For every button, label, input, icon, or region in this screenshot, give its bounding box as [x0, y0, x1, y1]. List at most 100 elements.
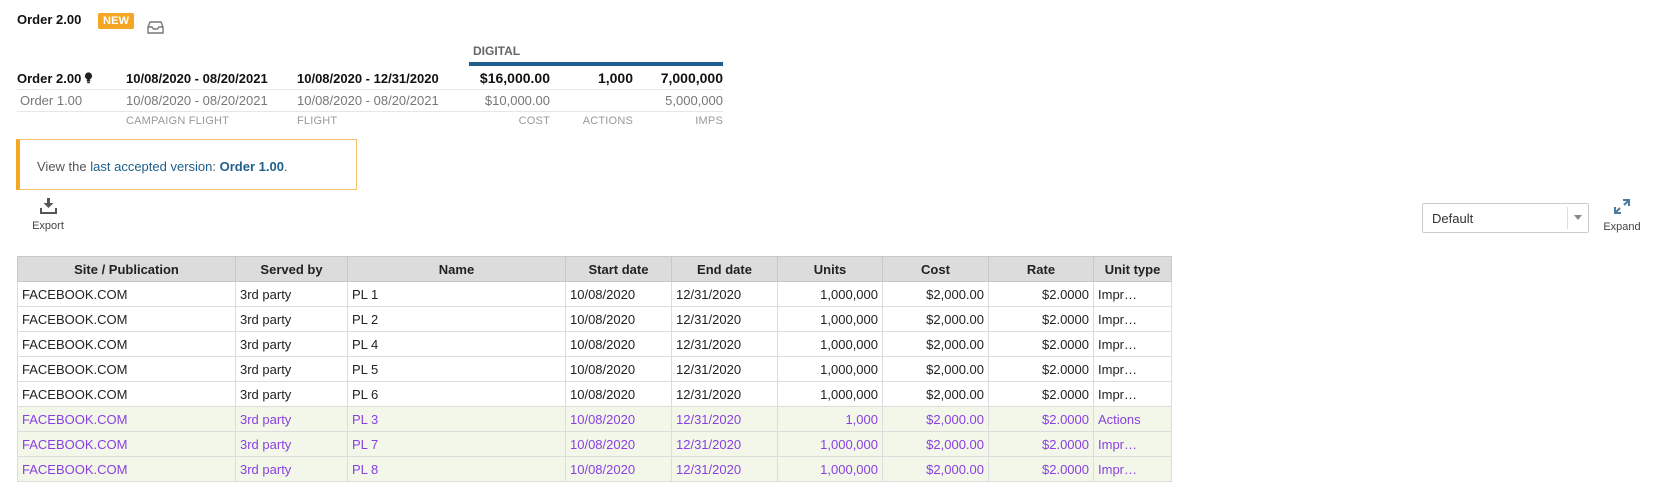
- cell-units: 1,000,000: [777, 306, 883, 332]
- order-title: Order 2.00: [17, 12, 82, 27]
- table-row[interactable]: FACEBOOK.COM 3rd party PL 2 10/08/2020 1…: [17, 306, 1172, 332]
- cell-unit-type: Impr…: [1093, 306, 1172, 332]
- previous-order-name: Order 1.00: [20, 93, 83, 108]
- view-select-value: Default: [1432, 211, 1474, 226]
- expand-label: Expand: [1603, 221, 1641, 233]
- cell-cost: $2,000.00: [882, 306, 989, 332]
- cell-site: FACEBOOK.COM: [17, 431, 236, 457]
- table-row-changed[interactable]: FACEBOOK.COM 3rd party PL 3 10/08/2020 1…: [17, 406, 1172, 432]
- cell-rate: $2.0000: [988, 381, 1094, 407]
- table-row[interactable]: FACEBOOK.COM 3rd party PL 1 10/08/2020 1…: [17, 281, 1172, 307]
- cell-unit-type: Impr…: [1093, 431, 1172, 457]
- cell-rate: $2.0000: [988, 356, 1094, 382]
- column-header-name[interactable]: Name: [347, 256, 566, 282]
- cell-end-date: 12/31/2020: [671, 431, 778, 457]
- cell-site: FACEBOOK.COM: [17, 406, 236, 432]
- column-header-end-date[interactable]: End date: [671, 256, 778, 282]
- cell-cost: $2,000.00: [882, 456, 989, 482]
- table-row[interactable]: FACEBOOK.COM 3rd party PL 5 10/08/2020 1…: [17, 356, 1172, 382]
- previous-campaign-flight: 10/08/2020 - 08/20/2021: [126, 93, 268, 108]
- inbox-icon[interactable]: [147, 21, 164, 39]
- column-header-served-by[interactable]: Served by: [235, 256, 348, 282]
- placements-table: Site / Publication Served by Name Start …: [17, 256, 1172, 482]
- cell-site: FACEBOOK.COM: [17, 306, 236, 332]
- current-actions: 1,000: [597, 70, 633, 86]
- cell-unit-type: Impr…: [1093, 356, 1172, 382]
- column-header-rate[interactable]: Rate: [988, 256, 1094, 282]
- table-header-row: Site / Publication Served by Name Start …: [17, 256, 1172, 282]
- cell-served-by: 3rd party: [235, 381, 348, 407]
- cell-name: PL 2: [347, 306, 566, 332]
- digital-section-bar: [469, 62, 723, 66]
- cell-served-by: 3rd party: [235, 306, 348, 332]
- cell-end-date: 12/31/2020: [671, 281, 778, 307]
- cell-units: 1,000: [777, 406, 883, 432]
- label-cost: COST: [518, 115, 550, 127]
- notice-prefix: View the: [37, 159, 91, 174]
- view-select[interactable]: Default: [1422, 203, 1589, 233]
- current-order-name: Order 2.00: [17, 71, 93, 87]
- cell-cost: $2,000.00: [882, 331, 989, 357]
- column-header-start-date[interactable]: Start date: [565, 256, 672, 282]
- cell-unit-type: Actions: [1093, 406, 1172, 432]
- cell-served-by: 3rd party: [235, 406, 348, 432]
- cell-start-date: 10/08/2020: [565, 381, 672, 407]
- cell-name: PL 8: [347, 456, 566, 482]
- new-badge: NEW: [98, 13, 135, 29]
- cell-end-date: 12/31/2020: [671, 381, 778, 407]
- table-row[interactable]: FACEBOOK.COM 3rd party PL 6 10/08/2020 1…: [17, 381, 1172, 407]
- column-header-cost[interactable]: Cost: [882, 256, 989, 282]
- notice-suffix: .: [283, 159, 288, 174]
- cell-end-date: 12/31/2020: [671, 306, 778, 332]
- cell-served-by: 3rd party: [235, 456, 348, 482]
- cell-rate: $2.0000: [988, 331, 1094, 357]
- cell-start-date: 10/08/2020: [565, 356, 672, 382]
- lightbulb-icon: [84, 72, 93, 87]
- cell-unit-type: Impr…: [1093, 281, 1172, 307]
- cell-rate: $2.0000: [988, 306, 1094, 332]
- table-row[interactable]: FACEBOOK.COM 3rd party PL 4 10/08/2020 1…: [17, 331, 1172, 357]
- chevron-down-icon: [1574, 215, 1582, 220]
- column-header-unit-type[interactable]: Unit type: [1093, 256, 1172, 282]
- label-actions: ACTIONS: [582, 115, 633, 127]
- last-accepted-version-link[interactable]: last accepted version: [90, 159, 212, 174]
- cell-cost: $2,000.00: [882, 356, 989, 382]
- cell-units: 1,000,000: [777, 431, 883, 457]
- cell-rate: $2.0000: [988, 431, 1094, 457]
- cell-units: 1,000,000: [777, 356, 883, 382]
- column-header-units[interactable]: Units: [777, 256, 883, 282]
- previous-imps: 5,000,000: [665, 93, 723, 108]
- cell-units: 1,000,000: [777, 281, 883, 307]
- cell-site: FACEBOOK.COM: [17, 356, 236, 382]
- table-row-changed[interactable]: FACEBOOK.COM 3rd party PL 8 10/08/2020 1…: [17, 456, 1172, 482]
- accepted-version-link[interactable]: Order 1.00: [220, 159, 284, 174]
- cell-end-date: 12/31/2020: [671, 456, 778, 482]
- cell-unit-type: Impr…: [1093, 381, 1172, 407]
- cell-name: PL 7: [347, 431, 566, 457]
- cell-start-date: 10/08/2020: [565, 456, 672, 482]
- cell-name: PL 6: [347, 381, 566, 407]
- label-flight: FLIGHT: [297, 115, 338, 127]
- expand-button[interactable]: Expand: [1600, 199, 1644, 233]
- cell-rate: $2.0000: [988, 456, 1094, 482]
- cell-name: PL 1: [347, 281, 566, 307]
- cell-rate: $2.0000: [988, 281, 1094, 307]
- cell-served-by: 3rd party: [235, 331, 348, 357]
- cell-site: FACEBOOK.COM: [17, 281, 236, 307]
- table-row-changed[interactable]: FACEBOOK.COM 3rd party PL 7 10/08/2020 1…: [17, 431, 1172, 457]
- current-campaign-flight: 10/08/2020 - 08/20/2021: [126, 71, 268, 86]
- current-imps: 7,000,000: [660, 70, 723, 86]
- cell-start-date: 10/08/2020: [565, 331, 672, 357]
- cell-unit-type: Impr…: [1093, 331, 1172, 357]
- export-button[interactable]: Export: [26, 198, 70, 232]
- cell-rate: $2.0000: [988, 406, 1094, 432]
- cell-cost: $2,000.00: [882, 431, 989, 457]
- cell-start-date: 10/08/2020: [565, 431, 672, 457]
- label-imps: IMPS: [695, 115, 723, 127]
- current-flight: 10/08/2020 - 12/31/2020: [297, 71, 439, 86]
- column-header-site[interactable]: Site / Publication: [17, 256, 236, 282]
- cell-start-date: 10/08/2020: [565, 306, 672, 332]
- expand-icon: [1614, 199, 1630, 218]
- notice-separator: :: [212, 159, 220, 174]
- cell-end-date: 12/31/2020: [671, 356, 778, 382]
